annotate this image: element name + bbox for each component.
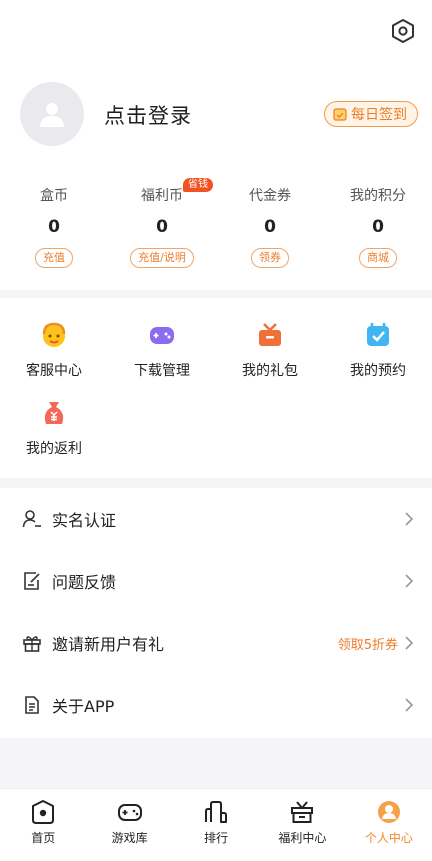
coupon-promo: 领取5折券 <box>337 637 398 653</box>
row-label: 实名认证 <box>52 511 117 530</box>
download-manager-link[interactable]: 下载管理 <box>108 320 216 380</box>
tab-label: 游戏库 <box>111 831 148 845</box>
save-money-badge: 省钱 <box>183 178 213 192</box>
settings-menu: 实名认证 问题反馈 邀请新用户有礼 领取5折券 关于APP <box>0 488 432 738</box>
calendar-check-icon <box>367 323 389 346</box>
tab-label: 排行 <box>204 831 229 845</box>
tab-label: 福利中心 <box>278 831 327 845</box>
icon-label: 我的预约 <box>350 363 406 379</box>
invite-row[interactable]: 邀请新用户有礼 领取5折券 <box>0 612 432 674</box>
stat-box-coin: 盒币 0 充值 <box>0 186 108 268</box>
tab-welfare-center[interactable]: 福利中心 <box>259 789 345 861</box>
chevron-right-icon <box>405 512 414 526</box>
recharge-button[interactable]: 充值 <box>35 248 73 268</box>
quick-links: 客服中心 下载管理 我的礼包 我的预约 我的返利 <box>0 298 432 478</box>
about-app-row[interactable]: 关于APP <box>0 674 432 736</box>
tab-label: 个人中心 <box>364 831 413 845</box>
gift-outline-icon <box>23 636 41 652</box>
wallet-stats: 盒币 0 充值 福利币 省钱 0 充值/说明 代金券 0 领券 我的积分 0 商… <box>0 178 432 268</box>
checkin-label: 每日签到 <box>351 107 407 123</box>
calendar-check-icon <box>333 108 347 121</box>
feedback-icon <box>24 572 40 590</box>
icon-label: 下载管理 <box>134 363 190 379</box>
settings-icon[interactable] <box>388 16 418 46</box>
icon-label: 我的返利 <box>26 441 82 457</box>
ranking-icon <box>205 801 228 823</box>
tab-ranking[interactable]: 排行 <box>173 789 259 861</box>
chevron-right-icon <box>405 574 414 588</box>
tab-label: 首页 <box>31 831 56 845</box>
gift-icon <box>259 323 281 346</box>
controller-icon <box>117 804 142 821</box>
my-gift-pack-link[interactable]: 我的礼包 <box>216 320 324 380</box>
user-id-icon <box>22 510 41 528</box>
customer-service-link[interactable]: 客服中心 <box>0 320 108 380</box>
row-label: 关于APP <box>52 697 115 716</box>
gift-box-icon <box>291 801 314 823</box>
stat-value: 0 <box>48 217 60 237</box>
stat-value: 0 <box>372 217 384 237</box>
feedback-row[interactable]: 问题反馈 <box>0 550 432 612</box>
stat-value: 0 <box>156 217 168 237</box>
profile-header: 点击登录 每日签到 盒币 0 充值 福利币 省钱 0 充值/说明 代金券 0 领… <box>0 0 432 290</box>
icon-label: 客服中心 <box>26 363 82 379</box>
stat-points: 我的积分 0 商城 <box>324 186 432 268</box>
stat-label: 我的积分 <box>350 188 406 204</box>
tab-home[interactable]: 首页 <box>0 789 86 861</box>
row-label: 问题反馈 <box>52 573 117 592</box>
user-silhouette-icon <box>40 103 64 127</box>
row-label: 邀请新用户有礼 <box>52 635 165 654</box>
icon-label: 我的礼包 <box>242 363 298 379</box>
avatar[interactable] <box>20 82 84 146</box>
real-name-auth-row[interactable]: 实名认证 <box>0 488 432 550</box>
chevron-right-icon <box>405 698 414 712</box>
tab-personal-center[interactable]: 个人中心 <box>346 789 432 861</box>
stat-welfare-coin: 福利币 省钱 0 充值/说明 <box>108 178 216 268</box>
bottom-tab-bar: 首页 游戏库 排行 福利中心 个人中心 <box>0 788 432 861</box>
chevron-right-icon <box>405 636 414 650</box>
customer-service-icon <box>42 322 66 347</box>
money-bag-icon <box>44 402 64 424</box>
stat-voucher: 代金券 0 领券 <box>216 186 324 268</box>
mall-button[interactable]: 商城 <box>359 248 397 268</box>
document-icon <box>25 696 39 714</box>
profile-icon <box>377 801 400 823</box>
my-reservation-link[interactable]: 我的预约 <box>324 320 432 380</box>
my-rebate-link[interactable]: 我的返利 <box>0 398 108 458</box>
stat-label: 代金券 <box>249 188 291 204</box>
home-icon <box>32 800 55 824</box>
tab-game-library[interactable]: 游戏库 <box>86 789 172 861</box>
gamepad-icon <box>150 327 174 344</box>
get-voucher-button[interactable]: 领券 <box>251 248 289 268</box>
stat-value: 0 <box>264 217 276 237</box>
stat-label: 盒币 <box>40 188 68 204</box>
login-link[interactable]: 点击登录 <box>104 100 192 130</box>
daily-checkin-button[interactable]: 每日签到 <box>324 101 418 127</box>
recharge-info-button[interactable]: 充值/说明 <box>130 248 194 268</box>
